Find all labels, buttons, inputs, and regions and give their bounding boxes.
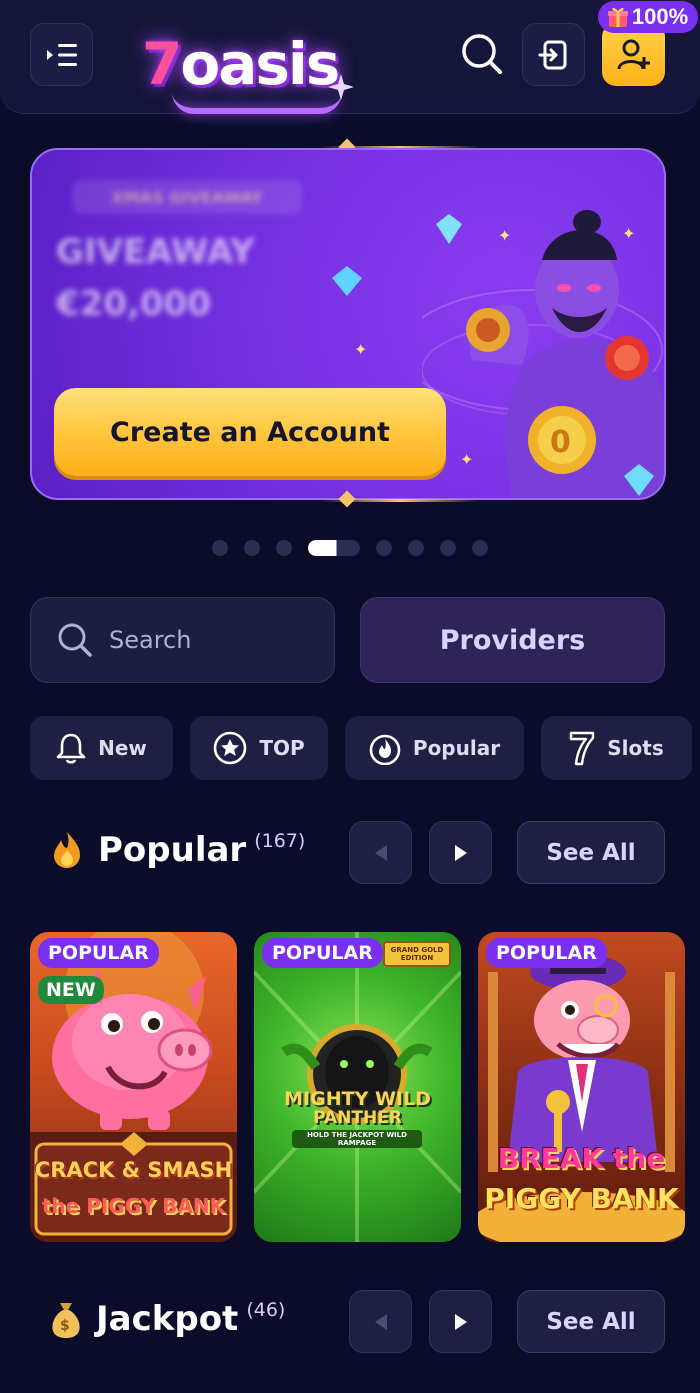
sparkle-icon: ✦ (498, 226, 512, 245)
chip-top[interactable]: TOP (190, 716, 328, 780)
game-title-line1: BREAK the (497, 1142, 666, 1175)
new-badge: NEW (38, 976, 104, 1004)
chevron-left-icon (374, 1313, 387, 1330)
flame-icon (369, 734, 401, 765)
chevron-right-icon (454, 1313, 467, 1330)
login-icon (538, 40, 566, 69)
carousel-dot[interactable] (276, 540, 292, 556)
sparkle-icon: ✦ (354, 340, 368, 359)
svg-text:$: $ (60, 1318, 70, 1334)
chip-label: TOP (259, 736, 305, 760)
search-icon (462, 34, 502, 74)
create-account-button[interactable]: Create an Account (54, 388, 446, 476)
panther-art (254, 932, 461, 1242)
carousel-dot[interactable] (440, 540, 456, 556)
seven-icon (570, 731, 595, 766)
bell-icon (56, 733, 86, 764)
game-title-line2: PIGGY BANK (484, 1182, 679, 1215)
money-bag-icon: $ (52, 1303, 80, 1338)
carousel-pagination (0, 540, 700, 556)
search-placeholder: Search (109, 626, 192, 654)
search-icon (58, 623, 92, 657)
jackpot-prev-button[interactable] (349, 1290, 412, 1353)
carousel-dot[interactable] (212, 540, 228, 556)
genie-illustration: 0 (422, 210, 664, 498)
chip-label: New (98, 736, 147, 760)
menu-icon (46, 43, 77, 66)
popular-badge: POPULAR (262, 938, 383, 968)
bonus-badge[interactable]: 100% (598, 1, 698, 33)
game-card-crack-smash[interactable]: POPULAR NEW CRACK & SMASH the PIGGY BANK (30, 932, 237, 1242)
section-count: (167) (254, 830, 306, 852)
site-logo[interactable]: 7oasis (132, 14, 362, 124)
jackpot-next-button[interactable] (429, 1290, 492, 1353)
logo-wordmark: 7oasis (142, 30, 340, 98)
carousel-dot-active[interactable] (308, 540, 360, 556)
popular-badge: POPULAR (486, 938, 607, 968)
logo-star-icon (328, 74, 354, 100)
sparkle-icon: ✦ (460, 450, 474, 469)
game-title-line1: CRACK & SMASH (34, 1158, 233, 1182)
banner-prize: €20,000 (56, 284, 211, 324)
banner-eyebrow: XMAS GIVEAWAY (72, 180, 302, 214)
section-title: Jackpot (96, 1299, 239, 1339)
edition-tag: GRAND GOLD EDITION (390, 946, 444, 962)
carousel-dot[interactable] (244, 540, 260, 556)
gem-icon (332, 266, 362, 296)
chip-label: Popular (412, 736, 501, 760)
popular-see-all-button[interactable]: See All (517, 821, 665, 884)
game-search-input[interactable]: Search (30, 597, 335, 683)
popular-next-button[interactable] (429, 821, 492, 884)
svg-text:0: 0 (550, 425, 571, 460)
chip-label: Slots (607, 736, 664, 760)
section-count: (46) (246, 1299, 286, 1321)
promo-banner[interactable]: XMAS GIVEAWAY GIVEAWAY €20,000 0 ✦ ✦ ✦ ✦… (30, 148, 666, 500)
chevron-left-icon (374, 844, 387, 861)
carousel-dot[interactable] (472, 540, 488, 556)
chip-popular[interactable]: Popular (345, 716, 524, 780)
game-title-line2: the PIGGY BANK (41, 1194, 226, 1218)
flame-icon (54, 832, 80, 868)
bonus-badge-label: 100% (631, 4, 689, 29)
popular-prev-button[interactable] (349, 821, 412, 884)
chip-new[interactable]: New (30, 716, 173, 780)
header-search-button[interactable] (458, 30, 506, 78)
popular-badge: POPULAR (38, 938, 159, 968)
jackpot-section-header: $ Jackpot (46) (50, 1299, 285, 1339)
star-icon (214, 731, 247, 765)
carousel-dot[interactable] (376, 540, 392, 556)
top-header: 7oasis 100% (0, 0, 700, 114)
game-subtitle: HOLD THE JACKPOT WILD RAMPAGE (292, 1130, 422, 1148)
jackpot-see-all-button[interactable]: See All (517, 1290, 665, 1353)
game-title-line2: PANTHER (313, 1108, 402, 1128)
game-title-line1: MIGHTY WILD (284, 1088, 431, 1110)
carousel-dot[interactable] (408, 540, 424, 556)
gift-icon (607, 7, 628, 27)
section-title: Popular (98, 830, 247, 870)
sparkle-icon: ✦ (622, 224, 636, 243)
add-user-icon (617, 39, 650, 69)
popular-section-header: Popular (167) (50, 830, 305, 870)
menu-toggle-button[interactable] (30, 23, 93, 86)
providers-button[interactable]: Providers (360, 597, 665, 683)
logo-swoosh (172, 92, 342, 114)
chip-slots[interactable]: Slots (541, 716, 692, 780)
chevron-right-icon (454, 844, 467, 861)
banner-headline: GIVEAWAY (56, 232, 255, 272)
gem-icon (624, 464, 654, 496)
game-card-break-piggy-bank[interactable]: POPULAR BREAK the PIGGY BANK (478, 932, 685, 1242)
login-button[interactable] (522, 23, 585, 86)
gem-icon (436, 214, 462, 244)
game-card-mighty-wild-panther[interactable]: POPULAR GRAND GOLD EDITION MIGHTY WILD P… (254, 932, 461, 1242)
